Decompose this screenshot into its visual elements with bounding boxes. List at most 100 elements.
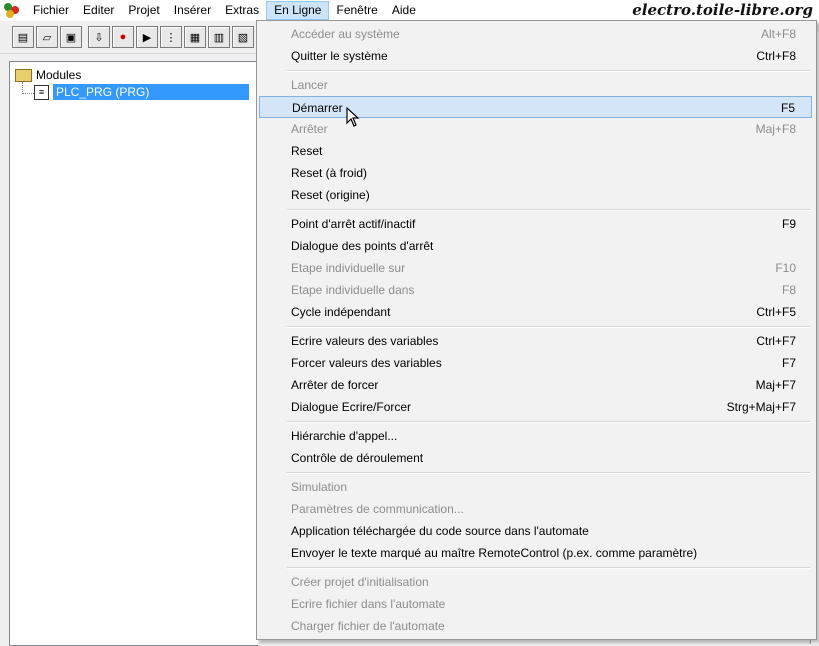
menu-item-7[interactable]: Reset (à froid) [259,162,812,184]
menu-item-13[interactable]: Etape individuelle dans F8 [259,279,812,301]
menu-item-label: Etape individuelle dans [291,283,415,297]
menu-item-label: Ecrire valeurs des variables [291,334,439,348]
menu-item-label: Arrêter de forcer [291,378,379,392]
menu-item-shortcut: F10 [775,261,796,275]
menu-item-17[interactable]: Forcer valeurs des variables F7 [259,352,812,374]
new-file-icon[interactable]: ▤ [12,26,34,48]
menu-item-16[interactable]: Ecrire valeurs des variables Ctrl+F7 [259,330,812,352]
menu-item-shortcut: Ctrl+F8 [756,49,796,63]
menu-item-11[interactable]: Dialogue des points d'arrêt [259,235,812,257]
toolbar-group-file: ▤ ▱ ▣ [12,26,82,48]
tree-item-plc-prg[interactable]: ≡ PLC_PRG (PRG) [22,83,249,101]
menu-inserer[interactable]: Insérer [167,1,218,20]
tool-c-icon[interactable]: ▧ [232,26,254,48]
tool-b-icon[interactable]: ▥ [208,26,230,48]
menu-item-label: Etape individuelle sur [291,261,406,275]
menu-item-25[interactable]: Paramètres de communication... [259,498,812,520]
menu-item-29[interactable]: Créer projet d'initialisation [259,571,812,593]
menu-item-label: Hiérarchie d'appel... [291,429,398,443]
menu-item-label: Reset (à froid) [291,166,368,180]
menu-item-shortcut: Strg+Maj+F7 [726,400,796,414]
tree-root-modules[interactable]: Modules [15,66,81,84]
menu-item-label: Application téléchargée du code source d… [291,524,589,538]
menu-item-label: Quitter le système [291,49,388,63]
menu-item-label: Charger fichier de l'automate [291,619,445,633]
tree-item-label: PLC_PRG (PRG) [53,84,249,100]
menu-item-1[interactable]: Quitter le système Ctrl+F8 [259,45,812,67]
menu-item-label: Reset [291,144,323,158]
menu-item-8[interactable]: Reset (origine) [259,184,812,206]
menu-separator [287,70,810,72]
menu-item-12[interactable]: Etape individuelle sur F10 [259,257,812,279]
menu-item-label: Envoyer le texte marqué au maître Remote… [291,546,698,560]
run-icon[interactable]: ▶ [136,26,158,48]
menu-item-shortcut: F9 [781,217,796,231]
tree-branch [22,92,34,94]
menu-item-shortcut: F5 [780,101,795,115]
menu-item-21[interactable]: Hiérarchie d'appel... [259,425,812,447]
menu-item-label: Reset (origine) [291,188,370,202]
tool-a-icon[interactable]: ▦ [184,26,206,48]
menu-item-label: Paramètres de communication... [291,502,464,516]
menu-item-label: Point d'arrêt actif/inactif [291,217,416,231]
menu-fichier[interactable]: Fichier [26,1,76,20]
menu-separator [287,567,810,569]
menu-item-label: Ecrire fichier dans l'automate [291,597,446,611]
menu-item-14[interactable]: Cycle indépendant Ctrl+F5 [259,301,812,323]
menu-aide[interactable]: Aide [385,1,423,20]
step-icon[interactable]: ⋮ [160,26,182,48]
menu-item-label: Cycle indépendant [291,305,391,319]
toolbar-group-online: ⇩ ● ▶ ⋮ ▦ ▥ ▧ [88,26,254,48]
menu-bar: Fichier Editer Projet Insérer Extras En … [0,0,819,21]
open-folder-icon[interactable]: ▱ [36,26,58,48]
menu-item-22[interactable]: Contrôle de déroulement [259,447,812,469]
menu-separator [287,326,810,328]
menu-editer[interactable]: Editer [76,1,121,20]
menu-item-0[interactable]: Accéder au système Alt+F8 [259,23,812,45]
en-ligne-dropdown: Accéder au système Alt+F8 Quitter le systè… [256,20,817,640]
stop-icon[interactable]: ● [112,26,134,48]
menu-item-shortcut: Maj+F8 [755,122,796,136]
menu-separator [287,209,810,211]
menu-projet[interactable]: Projet [121,1,166,20]
login-icon[interactable]: ⇩ [88,26,110,48]
menu-item-label: Dialogue des points d'arrêt [291,239,434,253]
tree-root-label: Modules [36,68,82,82]
mouse-cursor-icon [346,107,360,127]
menu-item-3[interactable]: Lancer [259,74,812,96]
menu-item-label: Dialogue Ecrire/Forcer [291,400,412,414]
menu-en-ligne[interactable]: En Ligne [266,1,330,20]
menu-item-19[interactable]: Dialogue Ecrire/Forcer Strg+Maj+F7 [259,396,812,418]
menu-item-30[interactable]: Ecrire fichier dans l'automate [259,593,812,615]
menu-item-label: Créer projet d'initialisation [291,575,429,589]
menu-item-shortcut: Maj+F7 [755,378,796,392]
menu-item-label: Forcer valeurs des variables [291,356,442,370]
folder-icon [15,68,32,82]
module-tree: Modules ≡ PLC_PRG (PRG) [9,61,258,646]
menu-extras[interactable]: Extras [218,1,266,20]
menu-item-31[interactable]: Charger fichier de l'automate [259,615,812,637]
watermark: electro.toile-libre.org [632,1,813,19]
menu-item-shortcut: Alt+F8 [760,27,796,41]
menu-item-label: Contrôle de déroulement [291,451,424,465]
menu-item-10[interactable]: Point d'arrêt actif/inactif F9 [259,213,812,235]
menu-item-shortcut: F7 [781,356,796,370]
menu-item-label: Démarrer [292,101,343,115]
menu-item-shortcut: Ctrl+F5 [756,305,796,319]
menu-item-label: Arrêter [291,122,328,136]
menu-item-24[interactable]: Simulation [259,476,812,498]
menu-fenetre[interactable]: Fenêtre [329,1,384,20]
app-icon [0,0,26,21]
menu-item-5[interactable]: Arrêter Maj+F8 [259,118,812,140]
menu-item-4[interactable]: Démarrer F5 [259,96,812,118]
menu-item-label: Simulation [291,480,348,494]
menu-item-label: Lancer [291,78,328,92]
menu-item-label: Accéder au système [291,27,400,41]
menu-item-18[interactable]: Arrêter de forcer Maj+F7 [259,374,812,396]
menu-item-26[interactable]: Application téléchargée du code source d… [259,520,812,542]
menu-item-27[interactable]: Envoyer le texte marqué au maître Remote… [259,542,812,564]
save-icon[interactable]: ▣ [60,26,82,48]
menu-item-6[interactable]: Reset [259,140,812,162]
menu-item-shortcut: F8 [781,283,796,297]
menu-item-shortcut: Ctrl+F7 [756,334,796,348]
